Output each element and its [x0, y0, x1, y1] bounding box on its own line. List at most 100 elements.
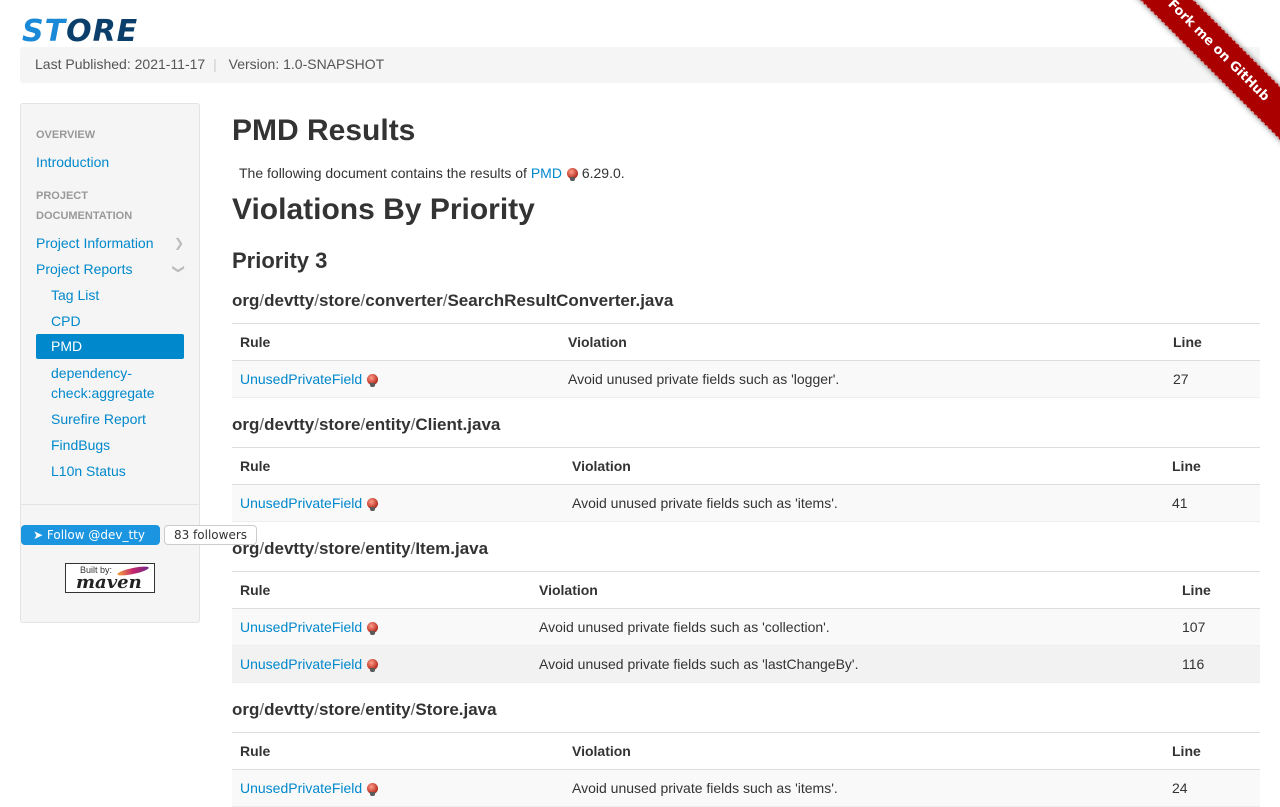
path-segment: entity: [365, 539, 411, 558]
column-header-rule: Rule: [232, 323, 560, 361]
chevron-right-icon: ❯: [173, 236, 184, 250]
table-row: UnusedPrivateField Avoid unused private …: [232, 360, 1260, 398]
priority-heading: Priority 3: [232, 248, 328, 273]
path-segment: org: [232, 291, 260, 310]
rule-cell: UnusedPrivateField: [232, 608, 531, 646]
column-header-violation: Violation: [560, 323, 1165, 361]
path-segment: Store.java: [415, 700, 497, 719]
path-segment: Client.java: [415, 415, 501, 434]
table-row: UnusedPrivateField Avoid unused private …: [232, 769, 1260, 807]
violations-table: Rule Violation Line UnusedPrivateField A…: [232, 323, 1260, 398]
table-row: UnusedPrivateField Avoid unused private …: [232, 645, 1260, 683]
sidebar-item-project-reports[interactable]: Project Reports ❯: [36, 259, 186, 279]
path-segment: store: [318, 291, 361, 310]
pmd-rule-icon: [566, 168, 578, 181]
line-cell: 116: [1174, 645, 1260, 683]
file-heading: org/devtty/store/converter/SearchResultC…: [232, 290, 673, 312]
file-heading: org/devtty/store/entity/Client.java: [232, 414, 500, 436]
path-segment: devtty: [264, 539, 315, 558]
maven-logo-text: maven: [76, 572, 142, 593]
sidebar-item-introduction[interactable]: Introduction: [36, 152, 184, 172]
violations-heading: Violations By Priority: [232, 193, 535, 226]
sidebar-divider: [21, 504, 199, 505]
rule-cell: UnusedPrivateField: [232, 360, 560, 398]
column-header-violation: Violation: [564, 447, 1164, 485]
column-header-violation: Violation: [531, 571, 1174, 609]
intro-text-before: The following document contains the resu…: [239, 165, 531, 181]
column-header-line: Line: [1165, 323, 1260, 361]
sidebar-item-pmd[interactable]: PMD: [36, 334, 184, 359]
column-header-violation: Violation: [564, 732, 1164, 770]
twitter-follow-button[interactable]: ➤ Follow @dev_tty: [21, 525, 160, 545]
path-segment: store: [318, 539, 361, 558]
table-header-row: Rule Violation Line: [232, 323, 1260, 361]
column-header-line: Line: [1174, 571, 1260, 609]
violation-cell: Avoid unused private fields such as 'ite…: [564, 769, 1164, 807]
path-segment: devtty: [264, 700, 315, 719]
violations-table: Rule Violation Line UnusedPrivateField A…: [232, 732, 1260, 807]
pmd-rule-icon: [367, 498, 379, 511]
path-segment: SearchResultConverter.java: [447, 291, 674, 310]
line-cell: 41: [1164, 484, 1260, 522]
sidebar-item-dependency-check[interactable]: dependency- check:aggregate: [51, 363, 169, 403]
rule-cell: UnusedPrivateField: [232, 484, 564, 522]
path-segment: store: [318, 700, 361, 719]
path-segment: store: [318, 415, 361, 434]
path-segment: entity: [365, 700, 411, 719]
table-row: UnusedPrivateField Avoid unused private …: [232, 484, 1260, 522]
sidebar-item-findbugs[interactable]: FindBugs: [51, 435, 169, 455]
sidebar-item-project-information[interactable]: Project Information ❯: [36, 233, 184, 253]
rule-link[interactable]: UnusedPrivateField: [240, 371, 362, 387]
sidebar-item-cpd[interactable]: CPD: [51, 311, 169, 331]
violations-table: Rule Violation Line UnusedPrivateField A…: [232, 447, 1260, 522]
column-header-rule: Rule: [232, 571, 531, 609]
page-title: PMD Results: [232, 114, 416, 147]
violation-cell: Avoid unused private fields such as 'las…: [531, 645, 1174, 683]
path-segment: converter: [365, 291, 443, 310]
nav-header-overview: OVERVIEW: [36, 129, 96, 141]
rule-cell: UnusedPrivateField: [232, 769, 564, 807]
column-header-rule: Rule: [232, 732, 564, 770]
last-published: Last Published: 2021-11-17: [35, 56, 206, 72]
pmd-rule-icon: [367, 783, 379, 796]
fork-ribbon-container: Fork me on GitHub: [1130, 0, 1280, 150]
fork-me-ribbon[interactable]: Fork me on GitHub: [1130, 0, 1280, 150]
rule-link[interactable]: UnusedPrivateField: [240, 780, 362, 796]
rule-link[interactable]: UnusedPrivateField: [240, 619, 362, 635]
sidebar-item-l10n-status[interactable]: L10n Status: [51, 461, 169, 481]
pmd-link[interactable]: PMD: [531, 165, 562, 181]
path-segment: entity: [365, 415, 411, 434]
sidebar-item-label: Project Information: [36, 235, 154, 251]
site-logo[interactable]: STORE: [22, 14, 138, 50]
line-cell: 27: [1165, 360, 1260, 398]
chevron-down-icon: ❯: [171, 263, 186, 275]
separator: |: [213, 56, 217, 72]
table-header-row: Rule Violation Line: [232, 571, 1260, 609]
line-cell: 24: [1164, 769, 1260, 807]
column-header-line: Line: [1164, 732, 1260, 770]
violations-table: Rule Violation Line UnusedPrivateField A…: [232, 571, 1260, 683]
intro-text: The following document contains the resu…: [239, 164, 625, 182]
rule-link[interactable]: UnusedPrivateField: [240, 495, 362, 511]
table-header-row: Rule Violation Line: [232, 447, 1260, 485]
file-heading: org/devtty/store/entity/Item.java: [232, 538, 488, 560]
pmd-rule-icon: [367, 374, 379, 387]
column-header-rule: Rule: [232, 447, 564, 485]
path-segment: devtty: [264, 291, 315, 310]
pmd-rule-icon: [367, 622, 379, 635]
twitter-follow-label: Follow @dev_tty: [46, 528, 145, 542]
sidebar-item-tag-list[interactable]: Tag List: [51, 285, 169, 305]
intro-text-after: 6.29.0.: [577, 165, 625, 181]
nav-header-project-2: DOCUMENTATION: [36, 210, 133, 222]
line-cell: 107: [1174, 608, 1260, 646]
version: Version: 1.0-SNAPSHOT: [228, 56, 385, 72]
table-header-row: Rule Violation Line: [232, 732, 1260, 770]
pmd-rule-icon: [367, 659, 379, 672]
logo-text-part1: ST: [22, 14, 67, 49]
table-row: UnusedPrivateField Avoid unused private …: [232, 608, 1260, 646]
twitter-bird-icon: ➤: [33, 528, 44, 542]
column-header-line: Line: [1164, 447, 1260, 485]
built-by-maven-badge[interactable]: Built by: maven: [65, 563, 155, 593]
rule-link[interactable]: UnusedPrivateField: [240, 656, 362, 672]
sidebar-item-surefire-report[interactable]: Surefire Report: [51, 409, 169, 429]
